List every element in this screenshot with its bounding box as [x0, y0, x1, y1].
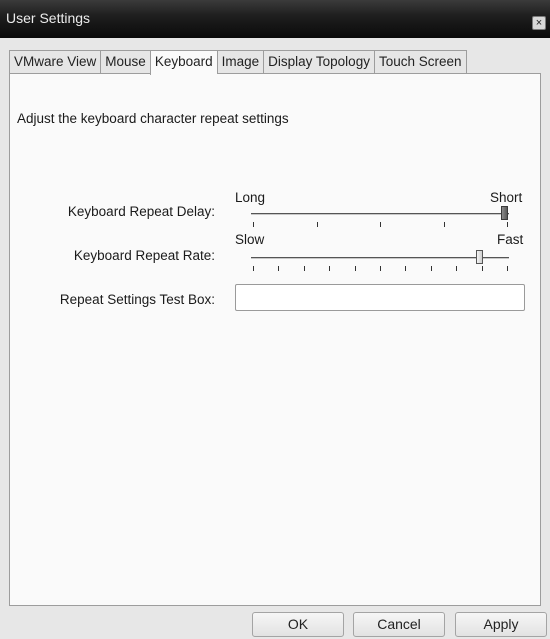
- window-body: VMware View Mouse Keyboard Image Display…: [0, 38, 550, 639]
- slider-tick: [405, 266, 407, 271]
- repeat-delay-min-label: Long: [235, 190, 266, 205]
- slider-tick: [443, 222, 445, 227]
- tab-vmware-view[interactable]: VMware View: [9, 50, 101, 74]
- test-box-label: Repeat Settings Test Box:: [59, 292, 215, 307]
- slider-tick: [380, 222, 381, 227]
- slider-tick: [430, 266, 432, 271]
- slider-tick: [278, 266, 280, 271]
- slider-track[interactable]: [251, 213, 509, 215]
- tab-touch-screen[interactable]: Touch Screen: [373, 50, 467, 74]
- repeat-rate-max-label: Fast: [497, 232, 524, 247]
- apply-button[interactable]: Apply: [455, 612, 547, 637]
- slider-tick: [354, 266, 356, 271]
- panel-description: Adjust the keyboard character repeat set…: [17, 111, 289, 126]
- ok-button[interactable]: OK: [252, 612, 344, 637]
- repeat-delay-max-label: Short: [490, 190, 523, 205]
- slider-tick: [253, 266, 254, 271]
- repeat-delay-label: Keyboard Repeat Delay:: [67, 204, 215, 219]
- tab-image[interactable]: Image: [216, 50, 264, 74]
- window-title: User Settings: [6, 10, 91, 26]
- test-box-input[interactable]: [235, 284, 525, 311]
- slider-tick: [329, 266, 331, 271]
- close-icon[interactable]: ×: [532, 16, 546, 30]
- slider-tick: [253, 222, 254, 227]
- cancel-button[interactable]: Cancel: [353, 612, 445, 637]
- slider-tick: [507, 266, 508, 271]
- slider-tick: [380, 266, 381, 271]
- tab-keyboard[interactable]: Keyboard: [149, 50, 217, 75]
- slider-tick: [456, 266, 458, 271]
- keyboard-panel: [9, 73, 541, 606]
- repeat-rate-label: Keyboard Repeat Rate:: [73, 248, 215, 263]
- slider-tick: [316, 222, 318, 227]
- slider-thumb[interactable]: [476, 250, 483, 264]
- tab-display-topology[interactable]: Display Topology: [263, 50, 374, 74]
- tab-mouse[interactable]: Mouse: [100, 50, 150, 74]
- repeat-rate-min-label: Slow: [235, 232, 265, 247]
- slider-thumb[interactable]: [501, 206, 508, 220]
- slider-track[interactable]: [251, 257, 509, 259]
- tab-bar: VMware View Mouse Keyboard Image Display…: [9, 50, 467, 75]
- title-bar: User Settings ×: [0, 0, 550, 38]
- slider-tick: [507, 222, 508, 227]
- slider-tick: [481, 266, 483, 271]
- slider-tick: [303, 266, 305, 271]
